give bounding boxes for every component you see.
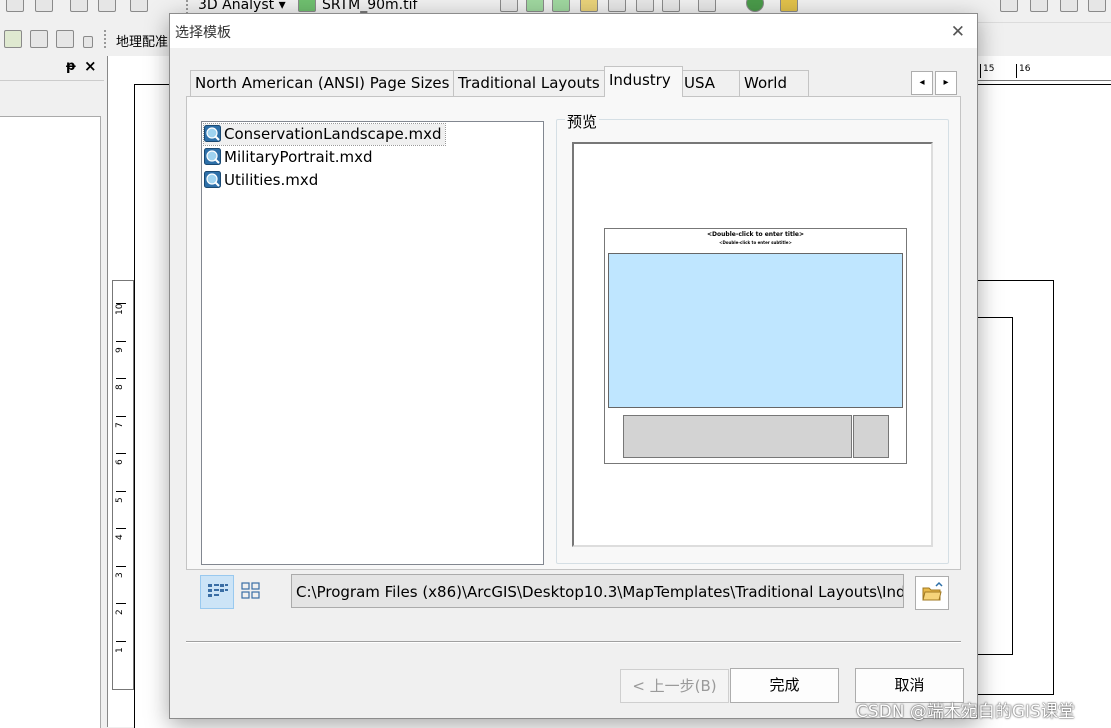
tab-usa[interactable]: USA [679,70,740,96]
tab-scroll-right-icon[interactable]: ▸ [935,71,957,95]
toolbar-grip[interactable] [104,30,109,48]
tool-icon[interactable] [35,0,53,12]
tool-icon[interactable] [662,0,680,12]
tool-icon[interactable] [1088,0,1106,12]
tool-icon[interactable] [30,30,48,48]
ruler-number: 16 [1016,64,1030,78]
close-icon[interactable]: × [84,57,97,75]
tool-icon[interactable] [98,0,116,12]
tool-icon[interactable] [1030,0,1048,12]
browse-button[interactable] [915,576,949,610]
preview-text-box [623,415,852,458]
preview-map-title: <Double-click to enter title> [707,231,804,238]
tool-icon[interactable] [608,0,626,12]
thumbnail-view-button[interactable] [235,575,267,607]
tool-icon[interactable] [552,0,570,12]
tab-scroll-left-icon[interactable]: ◂ [911,71,933,95]
layer-dropdown[interactable]: SRTM_90m.tif [322,0,417,13]
ruler-tick [116,491,126,492]
dropdown-arrow-icon[interactable] [500,0,518,12]
ruler-tick [116,528,126,529]
dialog-title: 选择模板 [175,25,231,41]
dialog-separator [186,641,961,643]
tool-icon[interactable] [636,0,654,12]
preview-page: <Double-click to enter title> <Double-cl… [604,228,907,464]
ruler-number: 4 [115,534,125,540]
mxd-file-icon [204,125,221,142]
dock-panel-content [0,116,101,728]
raster-layer-icon [298,0,316,12]
preview-frame: <Double-click to enter title> <Double-cl… [572,142,933,547]
ruler-tick [116,603,126,604]
tool-icon[interactable] [130,0,148,12]
template-list[interactable]: ConservationLandscape.mxd MilitaryPortra… [201,121,544,565]
list-view-icon [208,584,228,597]
select-template-dialog: 选择模板 ✕ North American (ANSI) Page Sizes … [169,13,978,719]
preview-legend-box [853,415,889,458]
tool-icon[interactable] [1060,0,1078,12]
list-item-label: Utilities.mxd [224,171,319,189]
folder-open-icon [922,581,943,601]
ruler-tick [116,378,126,379]
thumbnail-view-icon [241,582,260,599]
toolbar-options-icon[interactable] [83,36,93,48]
tab-page-industry: ConservationLandscape.mxd MilitaryPortra… [186,96,961,570]
ruler-tick [116,453,126,454]
tool-icon[interactable] [698,0,716,12]
dock-panel-header: ᵽ × [0,56,104,81]
pin-icon[interactable]: ᵽ [66,59,76,74]
preview-group: 预览 <Double-click to enter title> <Double… [556,111,949,564]
list-item-militaryportrait[interactable]: MilitaryPortrait.mxd [204,147,375,168]
close-icon[interactable]: ✕ [951,22,965,42]
georeferencing-toolbar-label[interactable]: 地理配准 [116,31,168,50]
list-item-label: MilitaryPortrait.mxd [224,148,373,166]
preview-map-subtitle: <Double-click to enter subtitle> [719,240,792,245]
ruler-number: 2 [115,609,125,615]
ruler-number: 9 [115,347,125,353]
tab-traditional-layouts[interactable]: Traditional Layouts [453,70,608,96]
ruler-number: 6 [115,459,125,465]
tab-industry[interactable]: Industry [604,66,683,97]
ruler-number: 7 [115,422,125,428]
ruler-number: 1 [115,647,125,653]
tab-world[interactable]: World [739,70,809,96]
list-item-label: ConservationLandscape.mxd [224,125,442,143]
tool-icon[interactable] [56,30,74,48]
arcmap-toolbar-second: 地理配准 [0,22,170,56]
template-tabs: North American (ANSI) Page Sizes Traditi… [186,66,959,97]
ruler-number: 3 [115,572,125,578]
ruler-tick [116,641,126,642]
horizontal-ruler: 15 16 [976,60,1111,81]
tool-icon[interactable] [70,0,88,12]
tool-icon[interactable] [580,0,598,12]
list-view-button[interactable] [200,575,234,609]
template-path-field[interactable]: C:\Program Files (x86)\ArcGIS\Desktop10.… [291,574,904,608]
ruler-number: 8 [115,384,125,390]
tool-icon[interactable] [6,0,24,12]
tool-icon[interactable] [780,0,798,12]
back-button[interactable]: < 上一步(B) [620,669,729,703]
watermark: CSDN @端木宛白的GIS课堂 [856,702,1075,722]
ruler-number: 15 [980,64,994,78]
ruler-tick [116,341,126,342]
tool-icon[interactable] [4,30,22,48]
preview-map-frame [608,253,903,408]
dialog-titlebar: 选择模板 ✕ [170,14,977,48]
ruler-number: 10 [115,303,125,315]
mxd-file-icon [204,171,221,188]
tool-icon[interactable] [526,0,544,12]
tool-icon[interactable] [1000,0,1018,12]
globe-icon[interactable] [746,0,764,12]
preview-label: 预览 [565,111,600,132]
vertical-ruler: 10 9 8 7 6 5 4 3 2 1 [112,280,134,690]
ruler-number: 5 [115,497,125,503]
list-item-utilities[interactable]: Utilities.mxd [204,170,321,191]
list-item-conservationlandscape[interactable]: ConservationLandscape.mxd [203,123,446,146]
3d-analyst-dropdown[interactable]: 3D Analyst ▾ [198,0,286,13]
ruler-tick [116,566,126,567]
ruler-tick [116,416,126,417]
mxd-file-icon [204,148,221,165]
finish-button[interactable]: 完成 [730,668,839,703]
tab-north-american-ansi[interactable]: North American (ANSI) Page Sizes [190,70,457,96]
